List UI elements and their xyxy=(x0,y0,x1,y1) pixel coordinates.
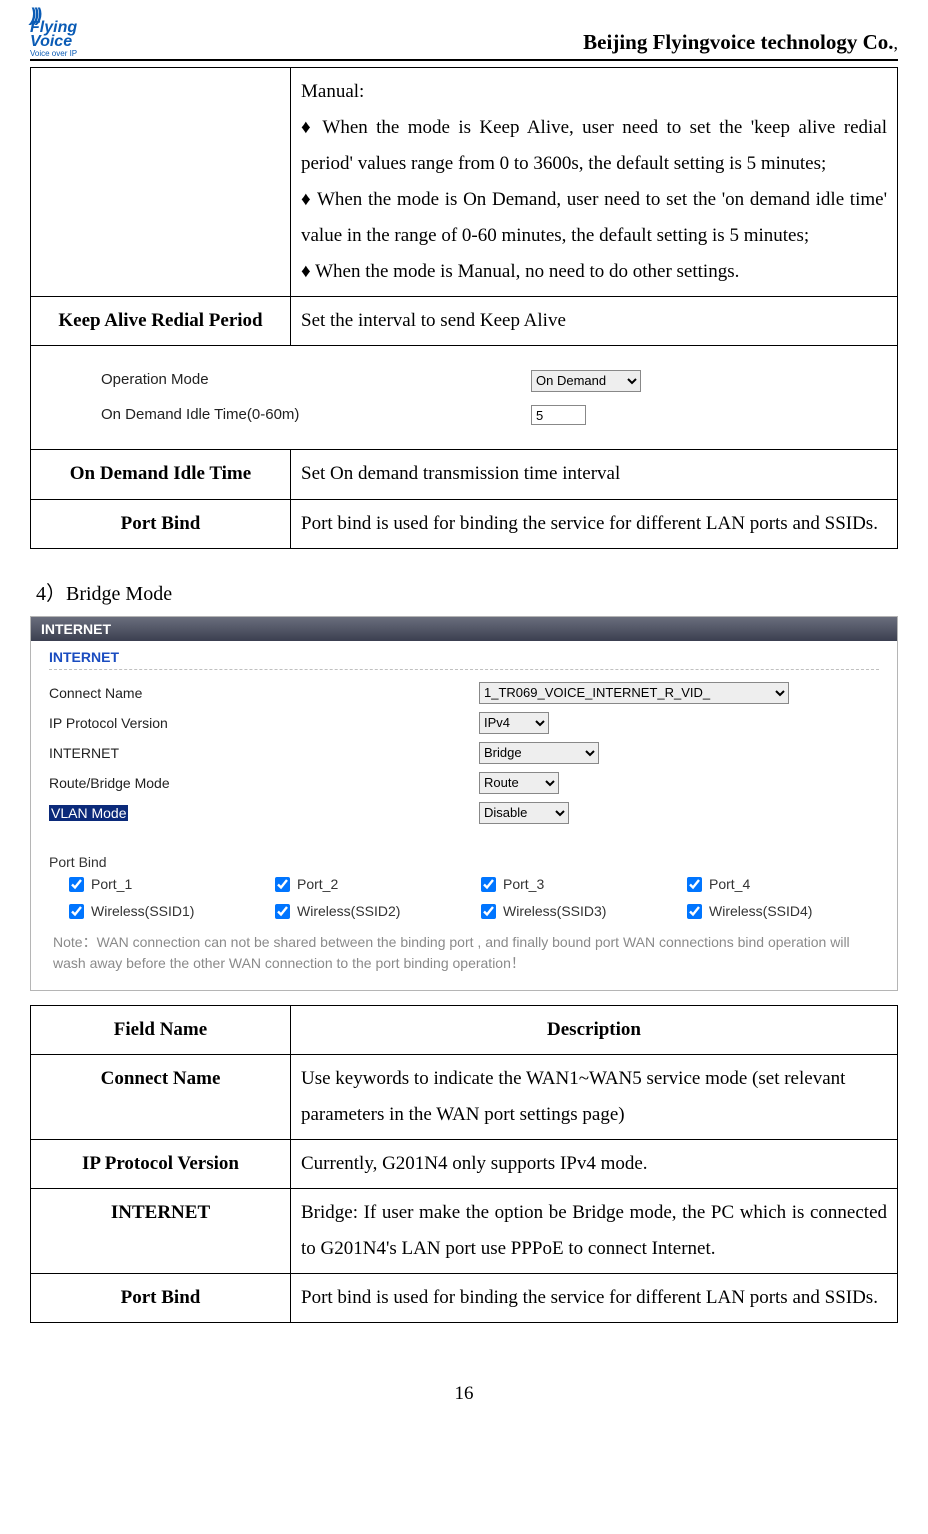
checkbox-icon[interactable] xyxy=(69,904,84,919)
ssid-checkbox-4[interactable]: Wireless(SSID4) xyxy=(683,901,879,922)
port-checkbox-3[interactable]: Port_3 xyxy=(477,874,673,895)
checkbox-icon[interactable] xyxy=(481,877,496,892)
operation-mode-select[interactable]: On Demand xyxy=(531,370,641,392)
table-row: Operation Mode On Demand On Demand Idle … xyxy=(31,346,898,450)
internet-panel: INTERNET INTERNET Connect Name 1_TR069_V… xyxy=(30,616,898,991)
settings-table-1: Manual: ♦ When the mode is Keep Alive, u… xyxy=(30,67,898,549)
logo: ))) Flying Voice Voice over IP xyxy=(30,10,77,57)
table-row: On Demand Idle Time Set On demand transm… xyxy=(31,450,898,499)
desc-internet: Bridge: If user make the option be Bridg… xyxy=(291,1188,898,1273)
table-row: Connect Name Use keywords to indicate th… xyxy=(31,1054,898,1139)
route-label: Route/Bridge Mode xyxy=(49,775,479,791)
page-number: 16 xyxy=(30,1383,898,1405)
operation-mode-label: Operation Mode xyxy=(101,366,531,395)
vlan-select[interactable]: Disable xyxy=(479,802,569,824)
table-row: Keep Alive Redial Period Set the interva… xyxy=(31,297,898,346)
port-bind-label: Port Bind xyxy=(49,854,879,870)
table-row: IP Protocol Version Currently, G201N4 on… xyxy=(31,1139,898,1188)
internet-label: INTERNET xyxy=(49,745,479,761)
desc-keep-alive: Set the interval to send Keep Alive xyxy=(291,297,898,346)
table-row: Field Name Description xyxy=(31,1005,898,1054)
checkbox-icon[interactable] xyxy=(687,904,702,919)
port-checkbox-4[interactable]: Port_4 xyxy=(683,874,879,895)
checkbox-icon[interactable] xyxy=(69,877,84,892)
checkbox-icon[interactable] xyxy=(275,904,290,919)
ssid-checkbox-1[interactable]: Wireless(SSID1) xyxy=(65,901,261,922)
manual-bullet-1: ♦ When the mode is Keep Alive, user need… xyxy=(301,110,887,182)
table-row: Manual: ♦ When the mode is Keep Alive, u… xyxy=(31,67,898,297)
desc-port-bind-2: Port bind is used for binding the servic… xyxy=(291,1274,898,1323)
checkbox-icon[interactable] xyxy=(687,877,702,892)
settings-table-2: Field Name Description Connect Name Use … xyxy=(30,1005,898,1324)
manual-bullet-3: ♦ When the mode is Manual, no need to do… xyxy=(301,254,887,290)
ip-proto-label: IP Protocol Version xyxy=(49,715,479,731)
port-bind-note: Note：WAN connection can not be shared be… xyxy=(53,932,875,974)
field-cell-empty xyxy=(31,67,291,297)
col-header-field: Field Name xyxy=(31,1005,291,1054)
idle-time-label: On Demand Idle Time(0-60m) xyxy=(101,401,531,430)
connect-name-label: Connect Name xyxy=(49,685,479,701)
logo-tagline: Voice over IP xyxy=(30,50,77,57)
route-select[interactable]: Route xyxy=(479,772,559,794)
field-ip-proto: IP Protocol Version xyxy=(31,1139,291,1188)
connect-name-select[interactable]: 1_TR069_VOICE_INTERNET_R_VID_ xyxy=(479,682,789,704)
desc-ip-proto: Currently, G201N4 only supports IPv4 mod… xyxy=(291,1139,898,1188)
port-checkbox-2[interactable]: Port_2 xyxy=(271,874,467,895)
field-port-bind: Port Bind xyxy=(31,499,291,548)
col-header-desc: Description xyxy=(291,1005,898,1054)
desc-port-bind: Port bind is used for binding the servic… xyxy=(291,499,898,548)
field-on-demand: On Demand Idle Time xyxy=(31,450,291,499)
checkbox-icon[interactable] xyxy=(481,904,496,919)
field-connect-name: Connect Name xyxy=(31,1054,291,1139)
section-bridge-mode: 4）Bridge Mode xyxy=(36,577,898,606)
ip-proto-select[interactable]: IPv4 xyxy=(479,712,549,734)
table-row: Port Bind Port bind is used for binding … xyxy=(31,1274,898,1323)
manual-heading: Manual: xyxy=(301,74,887,110)
embedded-ui-cell: Operation Mode On Demand On Demand Idle … xyxy=(31,346,898,450)
field-internet: INTERNET xyxy=(31,1188,291,1273)
desc-cell-manual: Manual: ♦ When the mode is Keep Alive, u… xyxy=(291,67,898,297)
logo-line-2: Voice xyxy=(30,35,72,49)
idle-time-input[interactable] xyxy=(531,405,586,425)
table-row: INTERNET Bridge: If user make the option… xyxy=(31,1188,898,1273)
panel-subhead: INTERNET xyxy=(49,649,879,670)
desc-connect-name: Use keywords to indicate the WAN1~WAN5 s… xyxy=(291,1054,898,1139)
checkbox-icon[interactable] xyxy=(275,877,290,892)
field-port-bind-2: Port Bind xyxy=(31,1274,291,1323)
manual-bullet-2: ♦ When the mode is On Demand, user need … xyxy=(301,182,887,254)
ssid-checkbox-3[interactable]: Wireless(SSID3) xyxy=(477,901,673,922)
field-keep-alive: Keep Alive Redial Period xyxy=(31,297,291,346)
table-row: Port Bind Port bind is used for binding … xyxy=(31,499,898,548)
panel-title-bar: INTERNET xyxy=(31,617,897,641)
internet-select[interactable]: Bridge xyxy=(479,742,599,764)
port-checkbox-1[interactable]: Port_1 xyxy=(65,874,261,895)
port-bind-grid: Port_1 Port_2 Port_3 Port_4 Wireless(SSI… xyxy=(49,874,879,922)
desc-on-demand: Set On demand transmission time interval xyxy=(291,450,898,499)
vlan-mode-label: VLAN Mode xyxy=(49,805,479,821)
company-name: Beijing Flyingvoice technology Co., xyxy=(583,30,898,57)
ssid-checkbox-2[interactable]: Wireless(SSID2) xyxy=(271,901,467,922)
page-header: ))) Flying Voice Voice over IP Beijing F… xyxy=(30,10,898,61)
